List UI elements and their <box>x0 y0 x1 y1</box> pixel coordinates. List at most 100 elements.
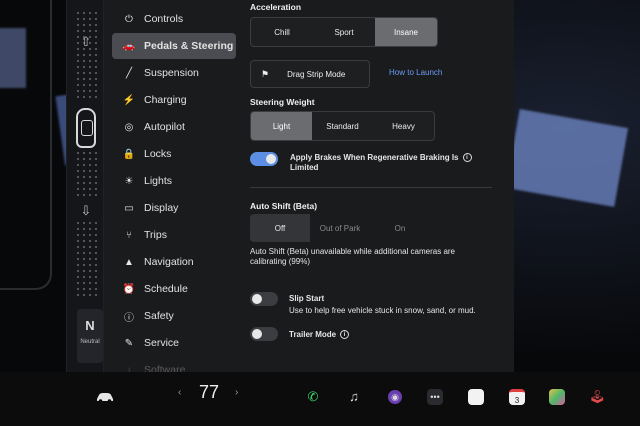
joystick-icon[interactable]: 🕹 <box>588 384 606 410</box>
dot-texture <box>75 220 97 300</box>
trailer-mode-label: Trailer Mode i <box>289 330 350 340</box>
how-to-launch-link[interactable]: How to Launch <box>389 68 442 77</box>
car-icon: 🚗 <box>122 40 136 52</box>
slip-start-label: Slip Start <box>289 294 325 303</box>
steering-weight-selector: Light Standard Heavy <box>250 111 435 141</box>
arrow-down-icon[interactable]: ⇩ <box>78 203 94 219</box>
menu-item-autopilot[interactable]: ◎ Autopilot <box>112 114 236 140</box>
drag-strip-mode-button[interactable]: ⚑ Drag Strip Mode <box>250 60 370 88</box>
auto-shift-option-out-of-park[interactable]: Out of Park <box>310 214 370 242</box>
wrench-icon: ╱ <box>125 67 133 79</box>
menu-item-suspension[interactable]: ╱ Suspension <box>112 60 236 86</box>
dot-texture <box>75 10 97 100</box>
arrow-up-icon[interactable]: ⇧ <box>78 34 94 50</box>
slip-start-toggle[interactable] <box>250 292 278 306</box>
settings-panel: ⏻ Controls 🚗 Pedals & Steering ╱ Suspension ⚡ C… <box>104 0 514 376</box>
regen-brake-toggle[interactable] <box>250 152 278 166</box>
acceleration-option-sport[interactable]: Sport <box>313 18 375 46</box>
steering-option-light[interactable]: Light <box>251 112 312 140</box>
menu-item-controls[interactable]: ⏻ Controls <box>112 6 236 32</box>
menu-item-label: Schedule <box>144 283 188 295</box>
alarm-icon: ⏰ <box>122 283 136 295</box>
service-icon: ✎ <box>124 337 134 349</box>
menu-item-pedals-steering[interactable]: 🚗 Pedals & Steering <box>112 33 236 59</box>
menu-item-lights[interactable]: ☀ Lights <box>112 168 236 194</box>
menu-item-service[interactable]: ✎ Service <box>112 330 236 356</box>
drag-strip-label: Drag Strip Mode <box>287 69 346 79</box>
auto-shift-note: Auto Shift (Beta) unavailable while addi… <box>250 247 455 267</box>
menu-item-label: Controls <box>144 13 184 25</box>
sun-icon: ☀ <box>124 175 134 187</box>
regen-label-line2: Limited <box>290 163 319 172</box>
gear-label: Neutral <box>80 339 100 345</box>
menu-item-label: Pedals & Steering <box>144 40 234 52</box>
toybox-icon[interactable] <box>548 384 566 410</box>
car-top-view-icon[interactable] <box>76 108 96 148</box>
menu-item-safety[interactable]: ⓘ Safety <box>112 303 236 329</box>
lightning-icon: ⚡ <box>122 94 136 106</box>
menu-item-display[interactable]: ▭ Display <box>112 195 236 221</box>
slip-start-description: Use to help free vehicle stuck in snow, … <box>289 306 476 315</box>
trailer-mode-text: Trailer Mode <box>289 330 337 339</box>
camera-icon[interactable]: ◉ <box>386 384 404 410</box>
menu-item-label: Lights <box>144 175 173 187</box>
flag-icon: ⚑ <box>261 68 270 79</box>
steering-option-standard[interactable]: Standard <box>312 112 373 140</box>
map-reflection <box>505 109 629 207</box>
menu-item-charging[interactable]: ⚡ Charging <box>112 87 236 113</box>
menu-item-label: Suspension <box>144 67 199 79</box>
temp-down-chevron-icon[interactable]: ‹ <box>178 387 181 398</box>
menu-item-label: Service <box>144 337 180 349</box>
regen-label-line1: Apply Brakes When Regenerative Braking I… <box>290 153 459 162</box>
auto-shift-heading: Auto Shift (Beta) <box>250 201 318 211</box>
section-divider <box>250 187 492 188</box>
trips-icon: ⑂ <box>126 229 132 241</box>
calendar-day: 3 <box>509 389 525 405</box>
gear-letter: N <box>85 318 95 333</box>
steering-icon: ◎ <box>124 121 134 133</box>
settings-menu: ⏻ Controls 🚗 Pedals & Steering ╱ Suspension ⚡ C… <box>112 6 236 384</box>
steering-option-heavy[interactable]: Heavy <box>373 112 434 140</box>
car-icon[interactable] <box>94 384 116 410</box>
music-icon[interactable]: ♫ <box>345 384 363 410</box>
auto-shift-selector: Off Out of Park On <box>250 214 430 242</box>
menu-item-label: Locks <box>144 148 172 160</box>
more-apps-icon[interactable]: ••• <box>426 384 444 410</box>
phone-icon[interactable]: ✆ <box>304 384 322 410</box>
menu-item-locks[interactable]: 🔒 Locks <box>112 141 236 167</box>
acceleration-option-chill[interactable]: Chill <box>251 18 313 46</box>
toggle-icon: ⏻ <box>125 13 133 25</box>
acceleration-selector: Chill Sport Insane <box>250 17 438 47</box>
calendar-icon[interactable]: 3 <box>508 384 526 410</box>
menu-item-label: Safety <box>144 310 174 322</box>
info-icon[interactable]: i <box>462 153 472 163</box>
menu-item-schedule[interactable]: ⏰ Schedule <box>112 276 236 302</box>
info-icon[interactable]: i <box>340 330 350 340</box>
toggle-knob <box>252 329 262 339</box>
gear-indicator[interactable]: N Neutral <box>77 309 103 363</box>
dot-texture <box>75 150 97 200</box>
auto-shift-option-on[interactable]: On <box>370 214 430 242</box>
temp-up-chevron-icon[interactable]: › <box>235 387 238 398</box>
menu-item-trips[interactable]: ⑂ Trips <box>112 222 236 248</box>
cabin-temperature[interactable]: 77 <box>199 382 219 403</box>
auto-shift-note-line1: Auto Shift (Beta) unavailable while addi… <box>250 247 456 256</box>
screen-bezel-edge <box>0 0 52 290</box>
auto-shift-option-off[interactable]: Off <box>250 214 310 242</box>
menu-item-navigation[interactable]: ▲ Navigation <box>112 249 236 275</box>
steering-weight-heading: Steering Weight <box>250 97 315 107</box>
menu-item-label: Navigation <box>144 256 194 268</box>
safety-icon: ⓘ <box>124 312 134 324</box>
toggle-knob <box>266 154 276 164</box>
acceleration-option-insane[interactable]: Insane <box>375 18 437 46</box>
navigation-icon: ▲ <box>124 256 134 268</box>
auto-shift-note-line2: calibrating (99%) <box>250 257 311 266</box>
notes-icon[interactable] <box>467 384 485 410</box>
display-icon: ▭ <box>124 202 134 214</box>
trailer-mode-toggle[interactable] <box>250 327 278 341</box>
menu-item-label: Charging <box>144 94 187 106</box>
menu-item-label: Display <box>144 202 179 214</box>
regen-brake-label: Apply Brakes When Regenerative Braking I… <box>290 153 472 173</box>
toggle-knob <box>252 294 262 304</box>
menu-item-label: Trips <box>144 229 167 241</box>
